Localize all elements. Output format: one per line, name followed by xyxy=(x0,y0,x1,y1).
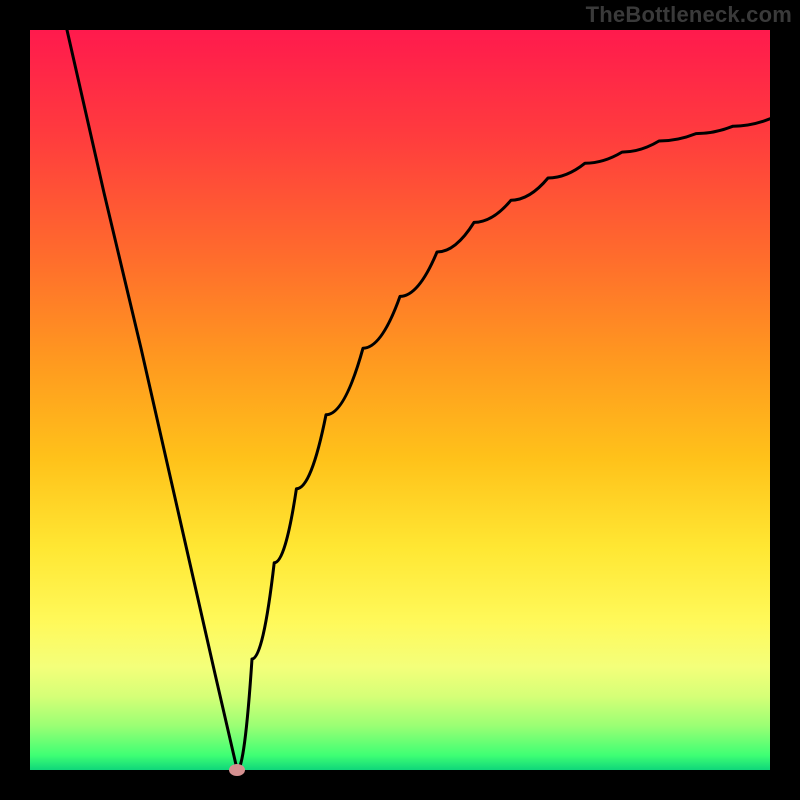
watermark-text: TheBottleneck.com xyxy=(586,2,792,28)
optimum-marker xyxy=(229,764,245,776)
curve-svg xyxy=(30,30,770,770)
plot-area xyxy=(30,30,770,770)
chart-frame: TheBottleneck.com xyxy=(0,0,800,800)
bottleneck-curve xyxy=(67,30,770,770)
